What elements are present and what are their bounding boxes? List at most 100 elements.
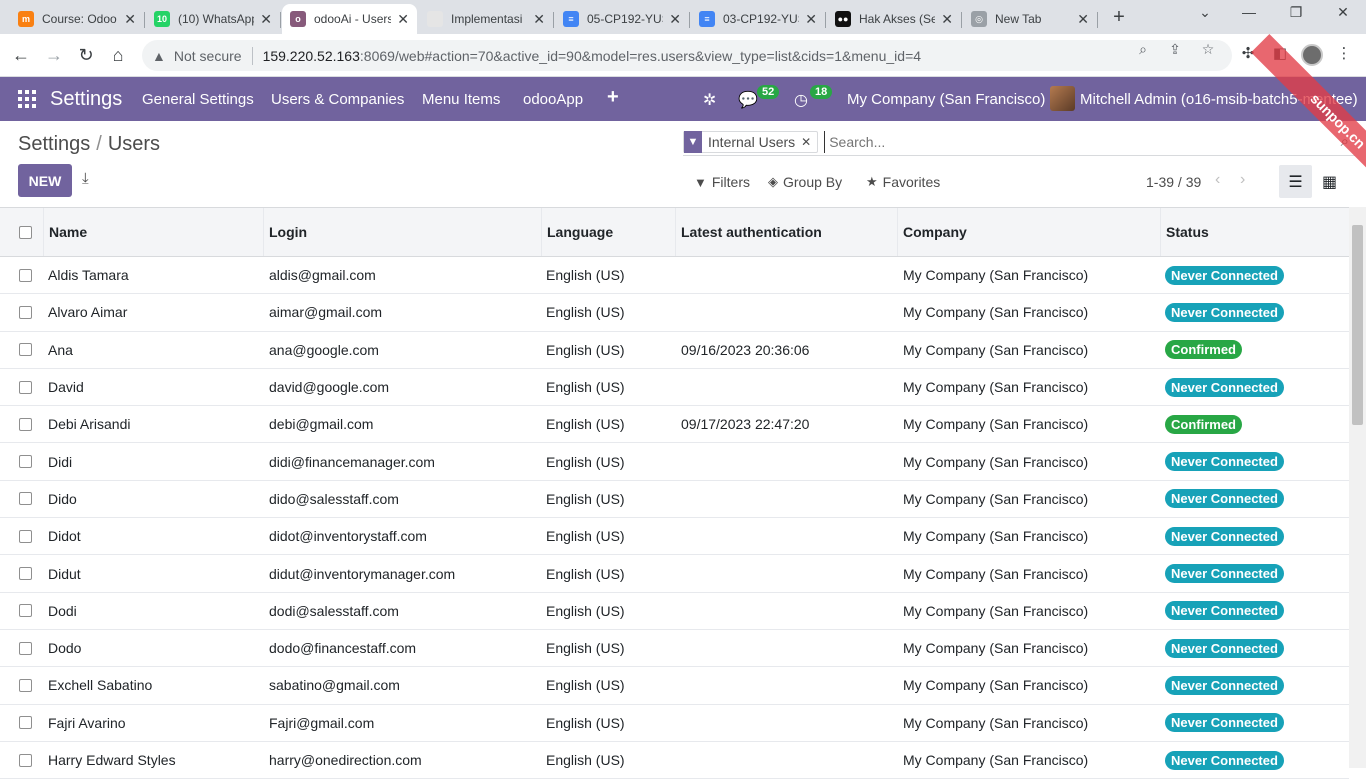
- table-row[interactable]: Dodo dodo@financestaff.com English (US) My …: [0, 630, 1349, 668]
- cell-latest: [681, 705, 897, 741]
- reload-icon[interactable]: ↻: [75, 44, 97, 66]
- table-row[interactable]: David david@google.com English (US) My Comp…: [0, 369, 1349, 407]
- row-checkbox[interactable]: [19, 305, 32, 319]
- menu-users-companies[interactable]: Users & Companies: [271, 91, 404, 108]
- tab-close-icon[interactable]: ✕: [397, 11, 409, 28]
- column-header-company[interactable]: Company: [898, 208, 1161, 256]
- row-checkbox[interactable]: [19, 268, 32, 282]
- table-row[interactable]: Harry Edward Styles harry@onedirection.co…: [0, 742, 1349, 779]
- row-checkbox[interactable]: [19, 641, 32, 655]
- row-checkbox[interactable]: [19, 716, 32, 730]
- forward-icon[interactable]: →: [43, 44, 65, 66]
- column-header-latest-authentication[interactable]: Latest authentication: [676, 208, 898, 256]
- cell-latest: [681, 630, 897, 666]
- column-header-login[interactable]: Login: [264, 208, 542, 256]
- table-row[interactable]: Exchell Sabatino sabatino@gmail.com Englis…: [0, 667, 1349, 705]
- tab-favicon-icon: o: [290, 11, 306, 27]
- menu-menu-items[interactable]: Menu Items: [422, 91, 500, 108]
- table-row[interactable]: Fajri Avarino Fajri@gmail.com English (US)…: [0, 705, 1349, 742]
- company-switcher[interactable]: My Company (San Francisco): [847, 91, 1045, 108]
- table-row[interactable]: Didot didot@inventorystaff.com English (US…: [0, 518, 1349, 556]
- filters-button[interactable]: ▼ Filters: [694, 174, 750, 190]
- bookmark-star-icon[interactable]: ☆: [1198, 41, 1218, 58]
- browser-tab[interactable]: 10 (10) WhatsApp ✕: [146, 4, 281, 34]
- tab-close-icon[interactable]: ✕: [260, 11, 272, 28]
- table-row[interactable]: Alvaro Aimar aimar@gmail.com English (US) M…: [0, 294, 1349, 332]
- table-row[interactable]: Didi didi@financemanager.com English (US) M…: [0, 443, 1349, 481]
- groupby-button[interactable]: ◈ Group By: [768, 174, 842, 190]
- close-window-icon[interactable]: ✕: [1331, 4, 1355, 21]
- table-row[interactable]: Didut didut@inventorymanager.com English (…: [0, 555, 1349, 593]
- column-header-name[interactable]: Name: [44, 208, 264, 256]
- download-icon[interactable]: ⤓: [82, 170, 89, 187]
- menu-general-settings[interactable]: General Settings: [142, 91, 254, 108]
- app-brand[interactable]: Settings: [50, 88, 122, 111]
- user-avatar[interactable]: [1050, 86, 1075, 111]
- table-row[interactable]: Ana ana@google.com English (US) 09/16/2023 …: [0, 332, 1349, 369]
- row-checkbox[interactable]: [19, 343, 32, 357]
- minimize-icon[interactable]: —: [1237, 4, 1261, 20]
- favorites-button[interactable]: ★ Favorites: [866, 174, 940, 190]
- home-icon[interactable]: ⌂: [107, 44, 129, 66]
- tab-search-icon[interactable]: ⌄: [1193, 4, 1217, 21]
- row-checkbox[interactable]: [19, 604, 32, 618]
- profile-avatar[interactable]: [1301, 44, 1323, 66]
- tab-close-icon[interactable]: ✕: [805, 11, 817, 28]
- zoom-icon[interactable]: ⌕: [1133, 41, 1153, 58]
- debug-bug-icon[interactable]: ✲: [703, 90, 716, 110]
- row-checkbox[interactable]: [19, 380, 32, 394]
- list-scrollbar[interactable]: [1349, 207, 1366, 768]
- column-header-status[interactable]: Status: [1161, 208, 1349, 256]
- tab-close-icon[interactable]: ✕: [1077, 11, 1089, 28]
- column-header-language[interactable]: Language: [542, 208, 676, 256]
- add-menu-icon[interactable]: +: [607, 86, 619, 109]
- remove-facet-icon[interactable]: ✕: [801, 135, 817, 149]
- browser-tab[interactable]: m Course: Odoo ✕: [10, 4, 145, 34]
- new-tab-button[interactable]: +: [1108, 6, 1130, 28]
- table-row[interactable]: Aldis Tamara aldis@gmail.com English (US) M…: [0, 257, 1349, 295]
- table-row[interactable]: Dodi dodi@salesstaff.com English (US) My Co…: [0, 593, 1349, 630]
- table-row[interactable]: Debi Arisandi debi@gmail.com English (US) 0…: [0, 406, 1349, 444]
- browser-tab[interactable]: ≡ 05-CP192-YUS ✕: [555, 4, 690, 34]
- browser-tab[interactable]: Implementasi ✕: [419, 4, 554, 34]
- row-checkbox[interactable]: [19, 492, 32, 506]
- messages-icon[interactable]: 💬: [738, 90, 758, 110]
- row-checkbox[interactable]: [19, 753, 32, 767]
- new-button[interactable]: NEW: [18, 164, 72, 197]
- row-checkbox[interactable]: [19, 455, 32, 469]
- activities-clock-icon[interactable]: ◷: [794, 90, 808, 110]
- back-icon[interactable]: ←: [10, 44, 32, 66]
- breadcrumb-parent[interactable]: Settings: [18, 133, 90, 155]
- browser-tab[interactable]: ◎ New Tab ✕: [963, 4, 1098, 34]
- row-checkbox[interactable]: [19, 529, 32, 543]
- menu-odooapp[interactable]: odooApp: [523, 91, 583, 108]
- tab-close-icon[interactable]: ✕: [124, 11, 136, 28]
- search-facet[interactable]: ▼ Internal Users ✕: [683, 130, 819, 153]
- row-checkbox[interactable]: [19, 567, 32, 581]
- status-badge: Never Connected: [1165, 750, 1284, 770]
- row-select-cell: [0, 369, 44, 405]
- apps-menu-icon[interactable]: [18, 90, 36, 108]
- pager-value[interactable]: 1-39 / 39: [1146, 174, 1201, 190]
- scrollbar-thumb[interactable]: [1352, 225, 1363, 425]
- pager-previous-icon[interactable]: ‹: [1215, 171, 1220, 189]
- browser-menu-icon[interactable]: ⋮: [1333, 44, 1355, 62]
- table-row[interactable]: Dido dido@salesstaff.com English (US) My Co…: [0, 481, 1349, 519]
- browser-tab[interactable]: o odooAi - Users ✕: [282, 4, 417, 34]
- browser-tab[interactable]: ●● Hak Akses (Se ✕: [827, 4, 962, 34]
- row-checkbox[interactable]: [19, 417, 32, 431]
- tab-close-icon[interactable]: ✕: [941, 11, 953, 28]
- row-checkbox[interactable]: [19, 678, 32, 692]
- kanban-view-icon[interactable]: ▦: [1313, 165, 1346, 198]
- search-input[interactable]: [824, 130, 1341, 153]
- tab-close-icon[interactable]: ✕: [533, 11, 545, 28]
- list-view-icon[interactable]: ☰: [1279, 165, 1312, 198]
- tab-close-icon[interactable]: ✕: [669, 11, 681, 28]
- pager-next-icon[interactable]: ›: [1240, 171, 1245, 189]
- share-icon[interactable]: ⇪: [1165, 41, 1185, 58]
- select-all-checkbox[interactable]: [19, 225, 32, 239]
- maximize-icon[interactable]: ❐: [1284, 4, 1308, 21]
- browser-tab[interactable]: ≡ 03-CP192-YUS ✕: [691, 4, 826, 34]
- address-bar[interactable]: ▲ Not secure 159.220.52.163:8069/web#act…: [142, 40, 1232, 71]
- cell-name: Didut: [48, 565, 81, 582]
